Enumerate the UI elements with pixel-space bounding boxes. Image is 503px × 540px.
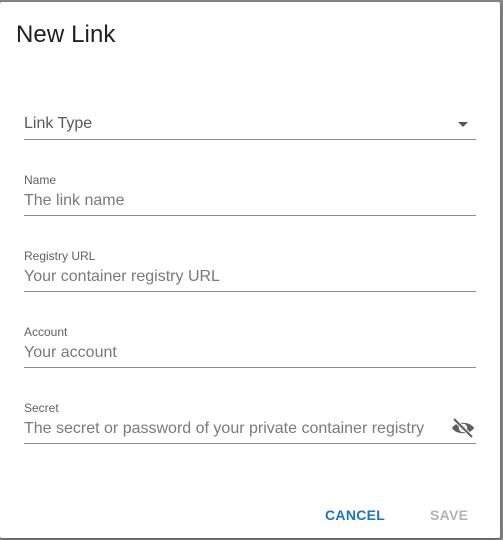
secret-field[interactable]	[24, 418, 444, 440]
dialog-title: New Link	[16, 21, 116, 48]
chevron-down-icon	[458, 122, 468, 127]
registry-url-field-container: Registry URL	[24, 248, 476, 292]
name-field-label: Name	[24, 173, 57, 187]
account-field-label: Account	[24, 325, 68, 339]
registry-url-field-label: Registry URL	[24, 249, 96, 263]
account-field[interactable]	[24, 342, 476, 364]
cancel-button[interactable]: CANCEL	[325, 507, 385, 523]
name-field-container: Name	[24, 172, 476, 216]
save-button[interactable]: SAVE	[430, 507, 468, 523]
eye-off-icon[interactable]	[450, 417, 476, 439]
name-field[interactable]	[24, 190, 476, 212]
account-field-container: Account	[24, 324, 476, 368]
registry-url-field[interactable]	[24, 266, 476, 288]
new-link-dialog: New Link Link Type Name Registry URL Acc…	[0, 2, 500, 538]
secret-field-label: Secret	[24, 401, 59, 415]
link-type-select[interactable]: Link Type	[24, 108, 476, 140]
link-type-label: Link Type	[24, 115, 93, 132]
secret-field-container: Secret	[24, 400, 476, 444]
